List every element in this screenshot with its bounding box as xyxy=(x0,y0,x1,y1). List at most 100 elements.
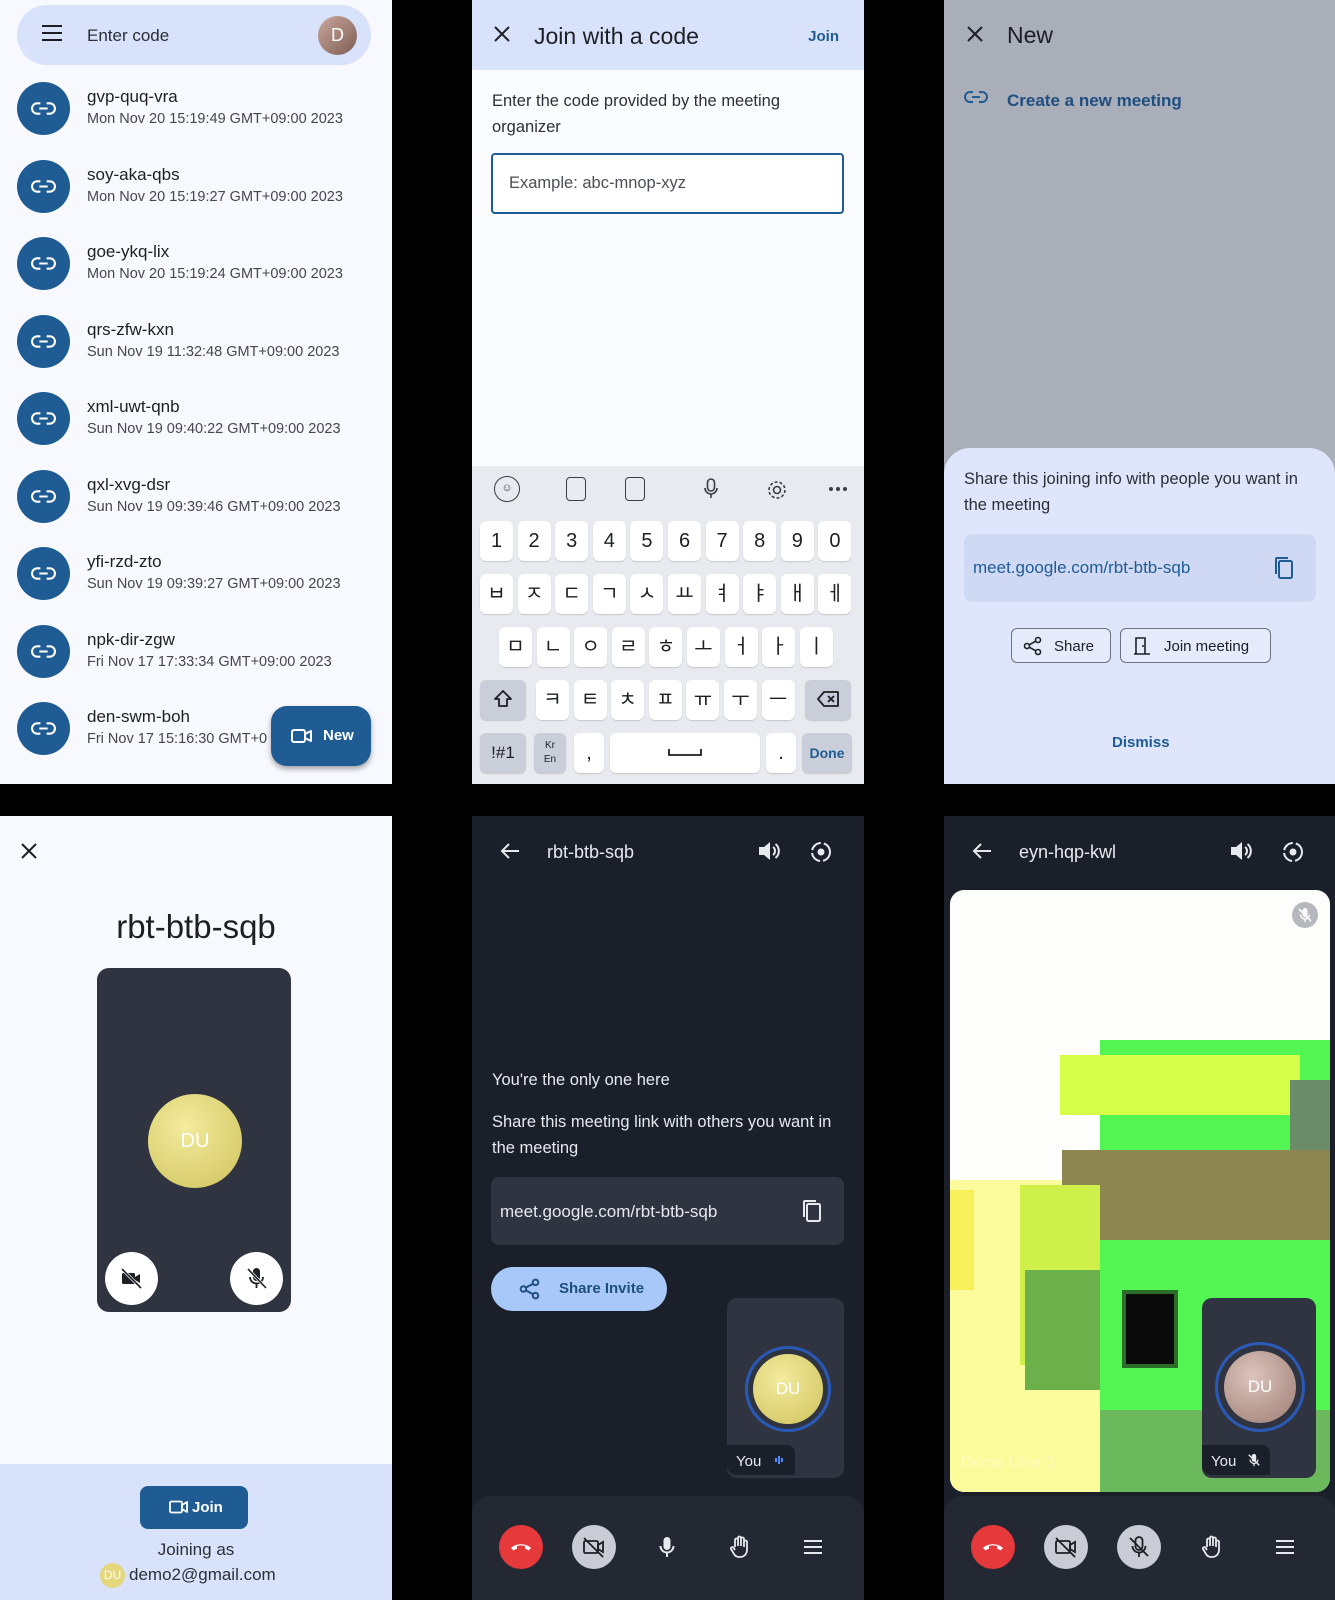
new-meeting-fab[interactable]: New xyxy=(271,706,371,766)
dismiss-button[interactable]: Dismiss xyxy=(1112,734,1170,751)
camera-toggle-button[interactable] xyxy=(105,1252,158,1305)
meeting-code-input[interactable]: Example: abc-mnop-xyz xyxy=(491,153,844,214)
settings-gear-icon[interactable] xyxy=(766,479,788,501)
join-button[interactable]: Join xyxy=(808,28,839,45)
history-item[interactable]: yfi-rzd-zto Sun Nov 19 09:39:27 GMT+09:00… xyxy=(0,544,392,620)
clipboard-icon[interactable] xyxy=(566,477,586,501)
microphone-icon[interactable] xyxy=(704,478,718,500)
switch-camera-icon[interactable] xyxy=(1281,840,1305,864)
letter-key[interactable]: ㅊ xyxy=(611,680,645,720)
back-arrow-icon[interactable] xyxy=(500,842,520,860)
text-editor-icon[interactable] xyxy=(625,477,645,501)
microphone-toggle-button[interactable] xyxy=(1117,1525,1161,1569)
letter-key[interactable]: ㅋ xyxy=(536,680,569,720)
letter-key[interactable]: ㅛ xyxy=(668,574,701,614)
letter-key[interactable]: ㄷ xyxy=(555,574,589,614)
share-invite-button[interactable]: Share Invite xyxy=(491,1267,667,1311)
history-item[interactable]: xml-uwt-qnb Sun Nov 19 09:40:22 GMT+09:00… xyxy=(0,389,392,465)
letter-key[interactable]: ㅇ xyxy=(574,627,608,667)
more-menu-button[interactable] xyxy=(1263,1525,1307,1569)
comma-key[interactable]: , xyxy=(574,733,604,773)
close-icon[interactable] xyxy=(966,25,984,43)
letter-key[interactable]: ㅓ xyxy=(724,627,758,667)
letter-key[interactable]: ㅠ xyxy=(686,680,720,720)
symbols-key[interactable]: !#1 xyxy=(480,733,526,773)
history-item[interactable]: gvp-quq-vra Mon Nov 20 15:19:49 GMT+09:00… xyxy=(0,79,392,155)
history-item[interactable]: soy-aka-qbs Mon Nov 20 15:19:27 GMT+09:00… xyxy=(0,157,392,233)
number-key[interactable]: 5 xyxy=(630,521,664,561)
close-icon[interactable] xyxy=(493,25,511,43)
letter-key[interactable]: ㅕ xyxy=(705,574,739,614)
letter-key[interactable]: ㅁ xyxy=(499,627,532,667)
microphone-button[interactable] xyxy=(645,1525,689,1569)
join-meeting-button[interactable]: Join meeting xyxy=(1120,628,1271,663)
search-placeholder[interactable]: Enter code xyxy=(87,26,169,46)
history-item[interactable]: qrs-zfw-kxn Sun Nov 19 11:32:48 GMT+09:00… xyxy=(0,312,392,388)
close-icon[interactable] xyxy=(20,842,38,860)
number-key[interactable]: 0 xyxy=(818,521,852,561)
share-icon xyxy=(1023,636,1042,656)
camera-toggle-button[interactable] xyxy=(572,1525,616,1569)
number-key[interactable]: 7 xyxy=(705,521,739,561)
history-item[interactable]: npk-dir-zgw Fri Nov 17 17:33:34 GMT+09:00… xyxy=(0,622,392,698)
shift-key[interactable] xyxy=(480,680,526,720)
history-item[interactable]: qxl-xvg-dsr Sun Nov 19 09:39:46 GMT+09:00… xyxy=(0,467,392,543)
letter-key[interactable]: ㅌ xyxy=(573,680,607,720)
speaker-icon[interactable] xyxy=(757,840,781,862)
letter-key[interactable]: ㅣ xyxy=(799,627,833,667)
letter-key[interactable]: ㄹ xyxy=(611,627,645,667)
self-video-tile[interactable]: DU You xyxy=(1202,1298,1316,1478)
letter-key[interactable]: ㅏ xyxy=(762,627,796,667)
copy-icon[interactable] xyxy=(1274,556,1294,580)
letter-key[interactable]: ㄱ xyxy=(592,574,626,614)
letter-key[interactable]: ㅎ xyxy=(649,627,683,667)
letter-key[interactable]: ㅅ xyxy=(630,574,664,614)
letter-key[interactable]: ㅍ xyxy=(648,680,682,720)
letter-key[interactable]: ㅡ xyxy=(761,680,795,720)
raise-hand-button[interactable] xyxy=(718,1525,762,1569)
account-avatar[interactable]: D xyxy=(318,16,357,55)
number-key[interactable]: 3 xyxy=(555,521,589,561)
end-call-button[interactable] xyxy=(499,1525,543,1569)
number-key[interactable]: 9 xyxy=(780,521,814,561)
letter-key[interactable]: ㅗ xyxy=(687,627,720,667)
more-menu-button[interactable] xyxy=(791,1525,835,1569)
letter-key[interactable]: ㅑ xyxy=(743,574,777,614)
letter-key[interactable]: ㅐ xyxy=(780,574,814,614)
code-search-bar[interactable]: Enter code D xyxy=(17,5,371,65)
copy-icon[interactable] xyxy=(802,1199,822,1223)
camera-toggle-button[interactable] xyxy=(1044,1525,1088,1569)
backspace-key[interactable] xyxy=(805,680,851,720)
letter-key[interactable]: ㅈ xyxy=(517,574,551,614)
back-arrow-icon[interactable] xyxy=(972,842,992,860)
create-new-meeting-option[interactable]: Create a new meeting xyxy=(1007,91,1182,111)
language-toggle-key[interactable]: Kr En xyxy=(534,733,566,773)
letter-key[interactable]: ㄴ xyxy=(536,627,570,667)
user-avatar: DU xyxy=(1224,1351,1296,1423)
number-key[interactable]: 6 xyxy=(668,521,701,561)
letter-key[interactable]: ㅂ xyxy=(480,574,513,614)
period-key[interactable]: . xyxy=(766,733,796,773)
number-key[interactable]: 8 xyxy=(743,521,777,561)
number-key[interactable]: 1 xyxy=(480,521,513,561)
switch-camera-icon[interactable] xyxy=(809,840,833,864)
self-video-tile[interactable]: DU You xyxy=(727,1298,844,1478)
history-item[interactable]: goe-ykq-lix Mon Nov 20 15:19:24 GMT+09:00… xyxy=(0,234,392,310)
done-key[interactable]: Done xyxy=(802,733,852,773)
letter-key[interactable]: ㅜ xyxy=(724,680,757,720)
raise-hand-button[interactable] xyxy=(1190,1525,1234,1569)
number-key[interactable]: 4 xyxy=(592,521,626,561)
microphone-toggle-button[interactable] xyxy=(230,1252,283,1305)
emoji-icon[interactable]: ☺ xyxy=(494,476,520,502)
more-options-icon[interactable] xyxy=(828,486,848,492)
share-button[interactable]: Share xyxy=(1011,628,1111,663)
number-key[interactable]: 2 xyxy=(517,521,551,561)
meeting-link[interactable]: meet.google.com/rbt-btb-sqb xyxy=(973,558,1190,578)
hamburger-menu-icon[interactable] xyxy=(41,24,63,42)
space-key[interactable] xyxy=(610,733,760,773)
meeting-link[interactable]: meet.google.com/rbt-btb-sqb xyxy=(500,1202,717,1222)
join-button[interactable]: Join xyxy=(140,1486,248,1529)
end-call-button[interactable] xyxy=(971,1525,1015,1569)
letter-key[interactable]: ㅔ xyxy=(818,574,852,614)
speaker-icon[interactable] xyxy=(1229,840,1253,862)
